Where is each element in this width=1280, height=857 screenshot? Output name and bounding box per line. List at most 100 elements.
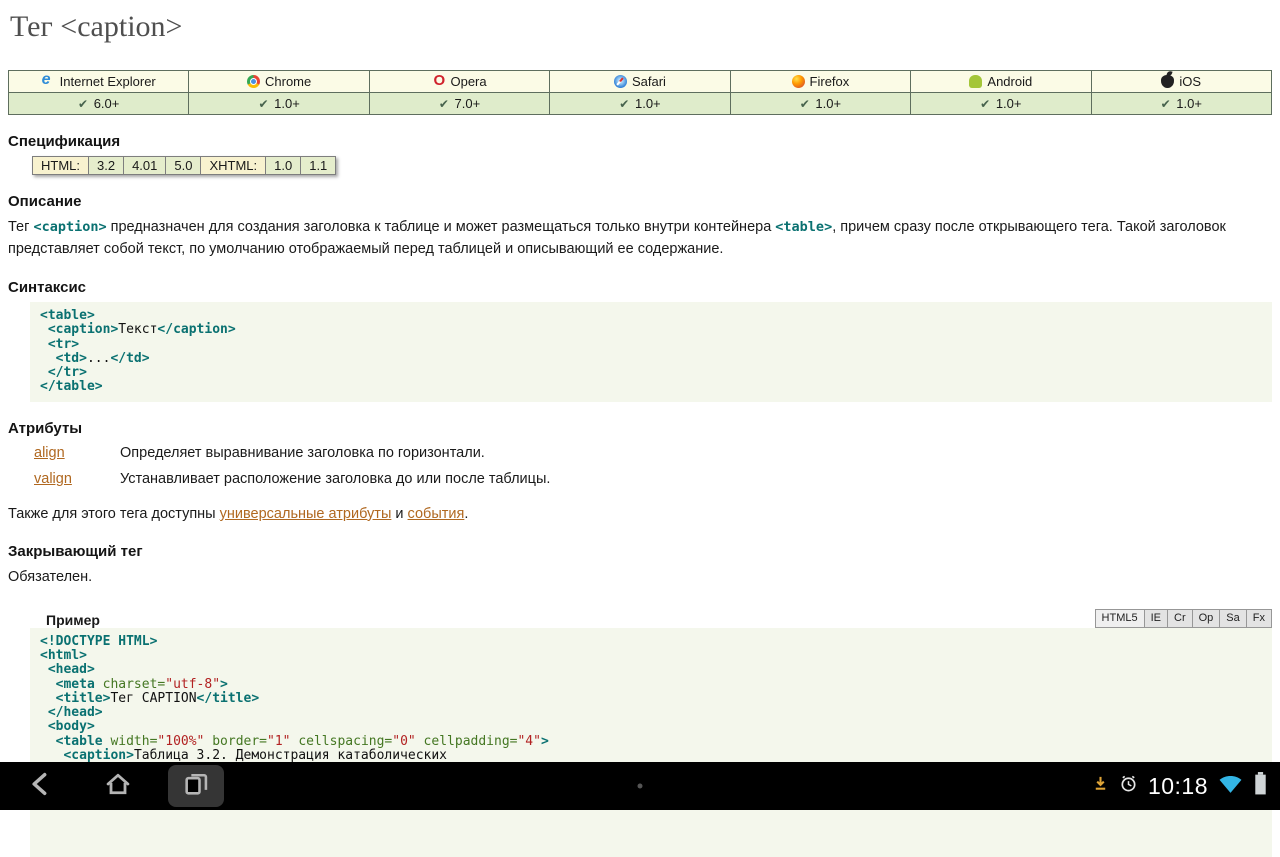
browser-version-cell: ✔ 1.0+ [189,93,369,115]
description-heading: Описание [8,193,1272,210]
attribute-link[interactable]: valign [34,471,72,487]
spec-row: HTML:3.24.015.0XHTML:1.01.1 [33,157,336,175]
browser-version-cell: ✔ 1.0+ [550,93,730,115]
code-line: <td>...</td> [40,352,1262,366]
inline-code: <table> [775,219,832,235]
attribute-description: Устанавливает расположение заголовка до … [120,471,1272,487]
code-line: <title>Тег CAPTION</title> [40,692,1262,706]
attribute-name-cell: valign [34,471,120,487]
android-icon [969,75,982,88]
tab-cr[interactable]: Cr [1168,609,1193,628]
wifi-icon [1218,773,1243,799]
browser-version-cell: ✔ 1.0+ [730,93,910,115]
browser-header-cell: Android [911,71,1091,93]
browser-version-cell: ✔ 1.0+ [911,93,1091,115]
browser-version-row: ✔ 6.0+✔ 1.0+✔ 7.0+✔ 1.0+✔ 1.0+✔ 1.0+✔ 1.… [9,93,1272,115]
browser-header-cell: Safari [550,71,730,93]
ie-icon [42,75,55,88]
check-icon: ✔ [1161,97,1171,111]
code-line: <html> [40,649,1262,663]
check-icon: ✔ [258,97,268,111]
ios-icon [1161,75,1174,88]
browser-header-row: Internet ExplorerChromeOperaSafariFirefo… [9,71,1272,93]
example-tabs: HTML5IECrOpSaFx [1095,609,1272,628]
page-title: Тег <caption> [10,10,1272,44]
closing-tag-heading: Закрывающий тег [8,543,1272,560]
tab-op[interactable]: Op [1193,609,1221,628]
status-area: 10:18 [1092,771,1280,801]
attribute-link[interactable]: align [34,445,65,461]
browser-header-cell: Firefox [730,71,910,93]
check-icon: ✔ [78,97,88,111]
attribute-name-cell: align [34,445,120,461]
code-line: <!DOCTYPE HTML> [40,635,1262,649]
back-button[interactable] [12,765,68,807]
attribute-description: Определяет выравнивание заголовка по гор… [120,445,1272,461]
example-header: Пример HTML5IECrOpSaFx [30,609,1272,628]
code-line: </head> [40,706,1262,720]
chrome-icon [247,75,260,88]
browser-version-cell: ✔ 6.0+ [9,93,189,115]
browser-version-cell: ✔ 7.0+ [369,93,549,115]
browser-header-cell: Internet Explorer [9,71,189,93]
recent-apps-icon [182,770,210,803]
browser-version-cell: ✔ 1.0+ [1091,93,1271,115]
specification-heading: Спецификация [8,133,1272,150]
nav-buttons [0,765,224,807]
alarm-icon [1119,774,1138,798]
closing-tag-text: Обязателен. [8,566,1272,588]
check-icon: ✔ [439,97,449,111]
attributes-list: align Определяет выравнивание заголовка п… [34,445,1272,487]
spec-cell: 5.0 [166,157,201,175]
spec-cell: HTML: [33,157,89,175]
spec-cell: XHTML: [201,157,266,175]
opera-icon [432,75,445,88]
code-line: <table> [40,309,1262,323]
code-line: </table> [40,380,1262,394]
example-code: <!DOCTYPE HTML><html> <head> <meta chars… [30,628,1272,857]
doc-link[interactable]: универсальные атрибуты [220,506,392,522]
check-icon: ✔ [619,97,629,111]
clock: 10:18 [1148,773,1208,800]
specification-table: HTML:3.24.015.0XHTML:1.01.1 [32,156,336,175]
doc-link[interactable]: события [408,506,465,522]
tab-fx[interactable]: Fx [1247,609,1272,628]
home-button[interactable] [90,765,146,807]
tab-ie[interactable]: IE [1145,609,1168,628]
code-line: <meta charset="utf-8"> [40,678,1262,692]
syntax-code: <table> <caption>Текст</caption> <tr> <t… [30,302,1272,402]
code-line: <caption>Текст</caption> [40,323,1262,337]
back-icon [26,770,54,803]
spec-cell: 3.2 [89,157,124,175]
code-line: <table width="100%" border="1" cellspaci… [40,735,1262,749]
system-navigation-bar: 10:18 [0,762,1280,810]
page-content: Тег <caption> Internet ExplorerChromeOpe… [0,10,1280,857]
attributes-heading: Атрибуты [8,420,1272,437]
code-line: <tr> [40,338,1262,352]
safari-icon [614,75,627,88]
inline-code: <caption> [33,219,106,235]
check-icon: ✔ [800,97,810,111]
spec-cell: 1.1 [301,157,336,175]
browser-header-cell: Opera [369,71,549,93]
code-line: </tr> [40,366,1262,380]
spec-cell: 1.0 [266,157,301,175]
also-paragraph: Также для этого тега доступны универсаль… [8,503,1272,525]
menu-dot[interactable] [638,784,643,789]
recent-apps-button[interactable] [168,765,224,807]
description-paragraph: Тег <caption> предназначен для создания … [8,216,1272,261]
code-line: <body> [40,720,1262,734]
home-icon [104,770,132,803]
example-section: Пример HTML5IECrOpSaFx <!DOCTYPE HTML><h… [30,609,1272,857]
notification-icon [1092,775,1109,797]
syntax-heading: Синтаксис [8,279,1272,296]
firefox-icon [792,75,805,88]
browser-header-cell: iOS [1091,71,1271,93]
tab-sa[interactable]: Sa [1220,609,1246,628]
code-line: <head> [40,663,1262,677]
tab-html5[interactable]: HTML5 [1095,609,1145,628]
battery-icon [1253,771,1268,801]
spec-cell: 4.01 [124,157,166,175]
example-heading: Пример [46,612,100,628]
check-icon: ✔ [980,97,990,111]
